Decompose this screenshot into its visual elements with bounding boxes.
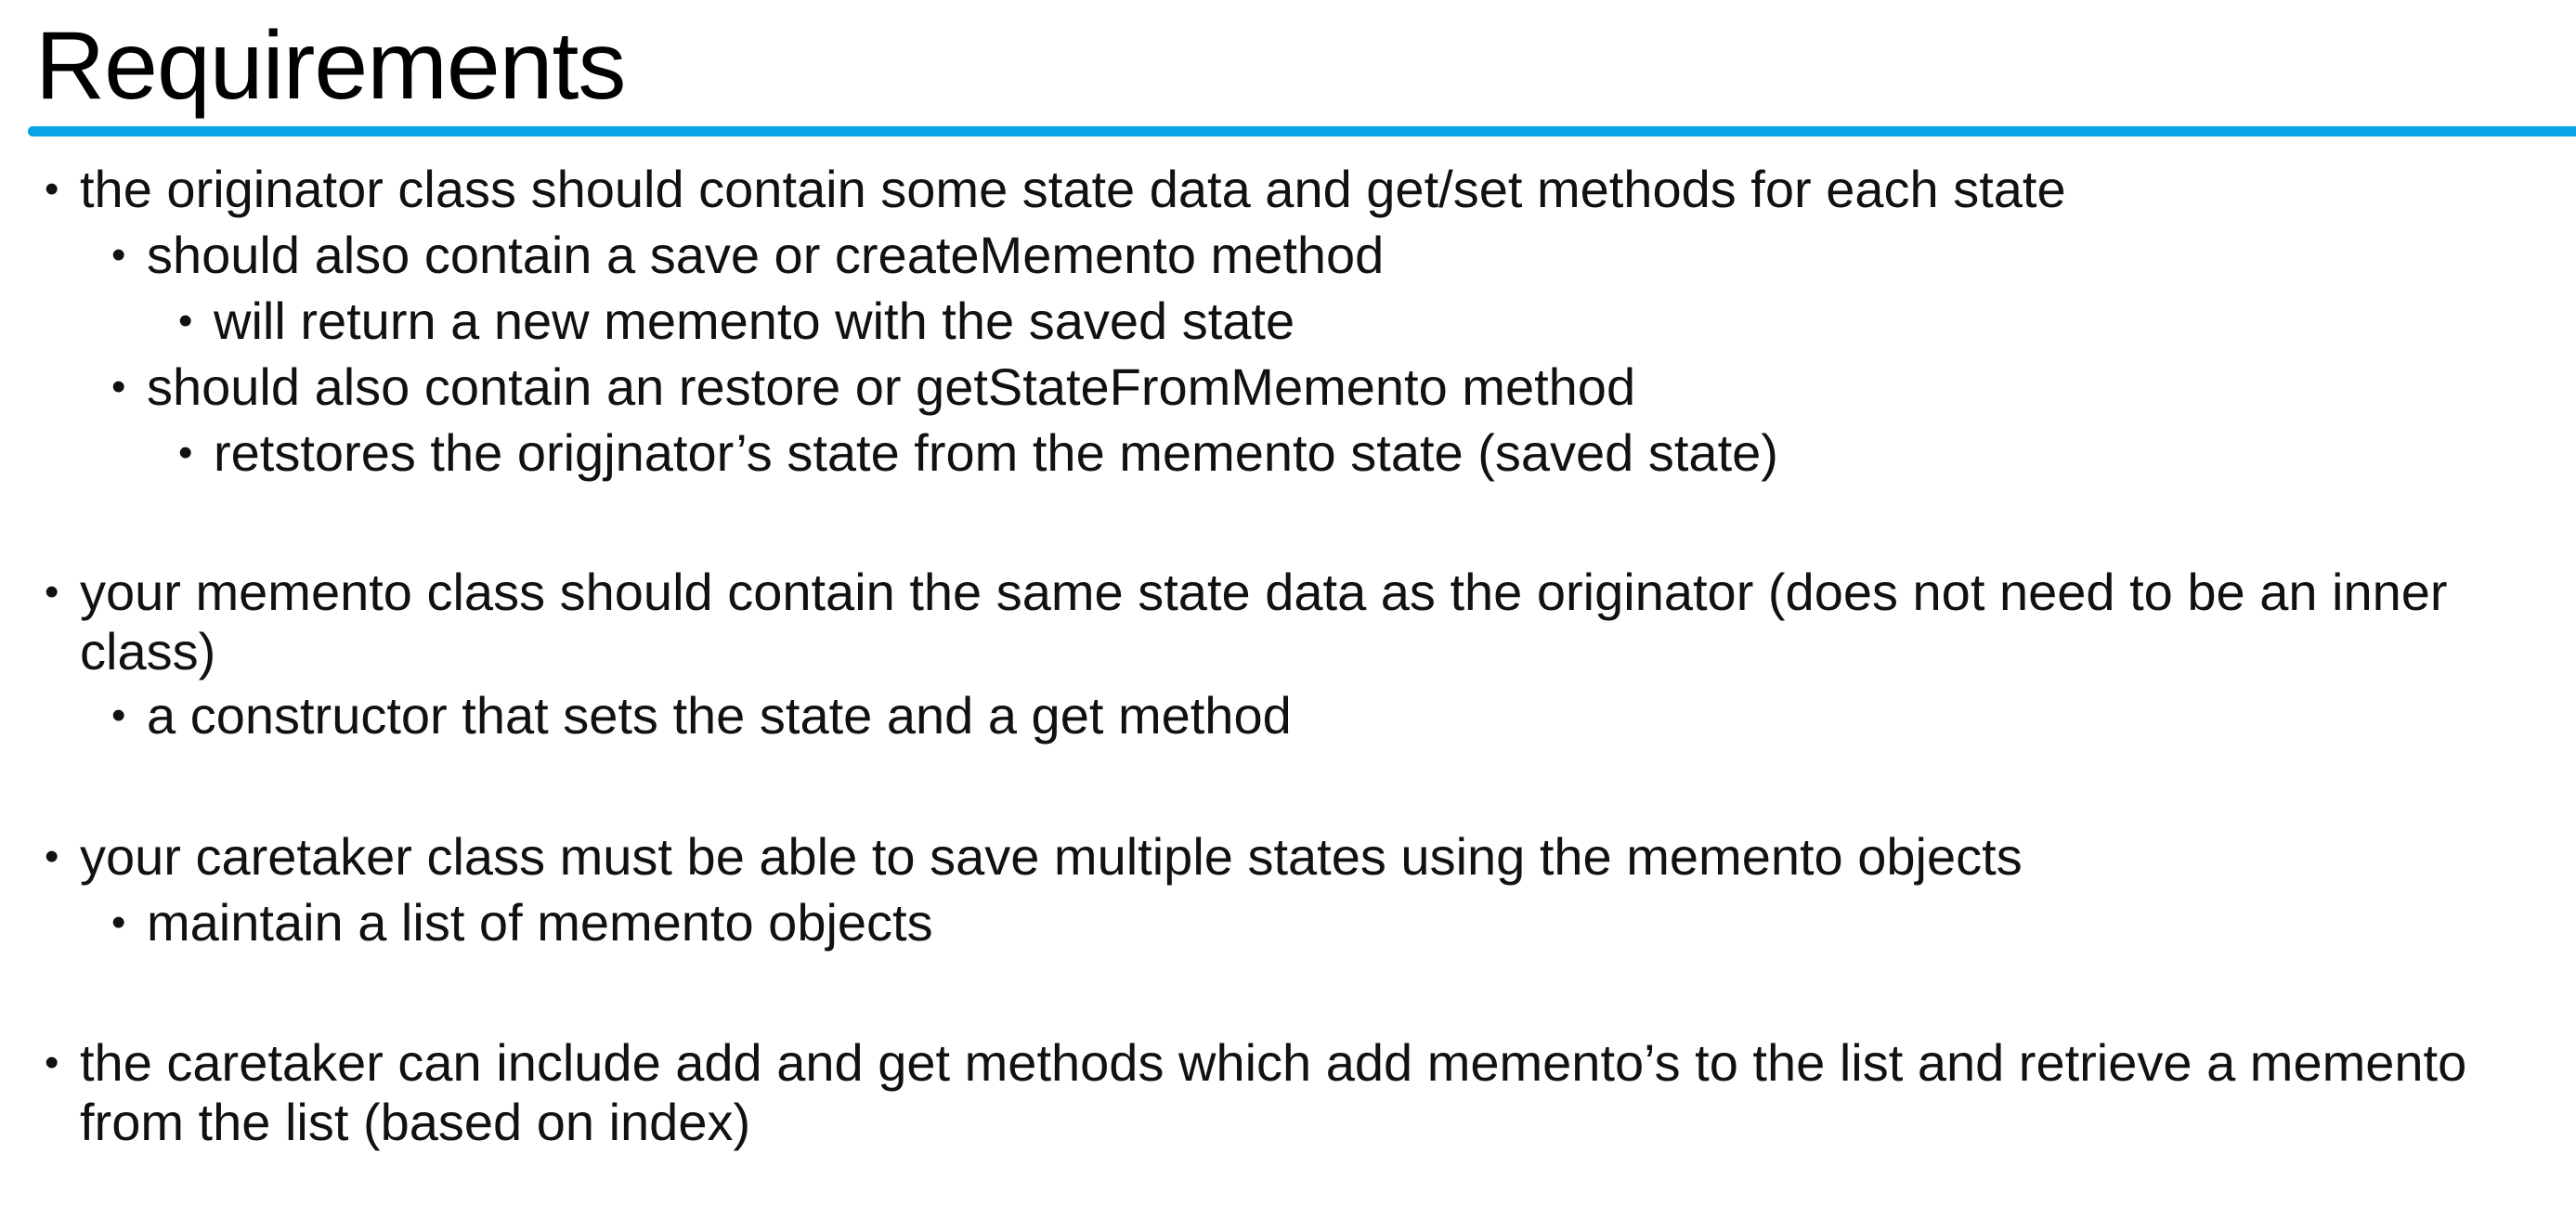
bullet-text: will return a new memento with the saved… xyxy=(214,292,1295,350)
bullet-dot: • xyxy=(111,900,126,945)
bullet-level2: • maintain a list of memento objects xyxy=(111,893,933,952)
bullet-level3: • will return a new memento with the sav… xyxy=(178,292,1295,351)
slide-content: • the originator class should contain so… xyxy=(0,0,2576,1231)
bullet-level1: • the caretaker can include add and get … xyxy=(45,1033,2494,1152)
bullet-dot: • xyxy=(45,1040,59,1085)
bullet-dot: • xyxy=(178,298,193,343)
bullet-dot: • xyxy=(45,834,59,879)
bullet-text: retstores the origjnator’s state from th… xyxy=(214,423,1778,482)
bullet-dot: • xyxy=(45,569,59,615)
bullet-text: the originator class should contain some… xyxy=(80,160,2066,218)
bullet-text: should also contain an restore or getSta… xyxy=(147,357,1636,416)
bullet-dot: • xyxy=(178,430,193,475)
bullet-level2: • a constructor that sets the state and … xyxy=(111,686,1292,745)
bullet-dot: • xyxy=(111,232,126,278)
bullet-level1: • the originator class should contain so… xyxy=(45,160,2066,219)
slide: Requirements • the originator class shou… xyxy=(0,0,2576,1231)
bullet-level1: • your memento class should contain the … xyxy=(45,563,2494,681)
bullet-level2: • should also contain a save or createMe… xyxy=(111,226,1385,285)
bullet-text: maintain a list of memento objects xyxy=(147,893,933,952)
bullet-text: your caretaker class must be able to sav… xyxy=(80,827,2023,886)
bullet-text: the caretaker can include add and get me… xyxy=(80,1033,2467,1151)
bullet-level3: • retstores the origjnator’s state from … xyxy=(178,423,1778,483)
bullet-text: your memento class should contain the sa… xyxy=(80,563,2448,680)
bullet-dot: • xyxy=(111,693,126,738)
bullet-text: a constructor that sets the state and a … xyxy=(147,686,1292,745)
bullet-dot: • xyxy=(45,166,59,212)
bullet-level2: • should also contain an restore or getS… xyxy=(111,357,1636,417)
bullet-text: should also contain a save or createMeme… xyxy=(147,226,1385,284)
bullet-dot: • xyxy=(111,364,126,409)
bullet-level1: • your caretaker class must be able to s… xyxy=(45,827,2023,887)
